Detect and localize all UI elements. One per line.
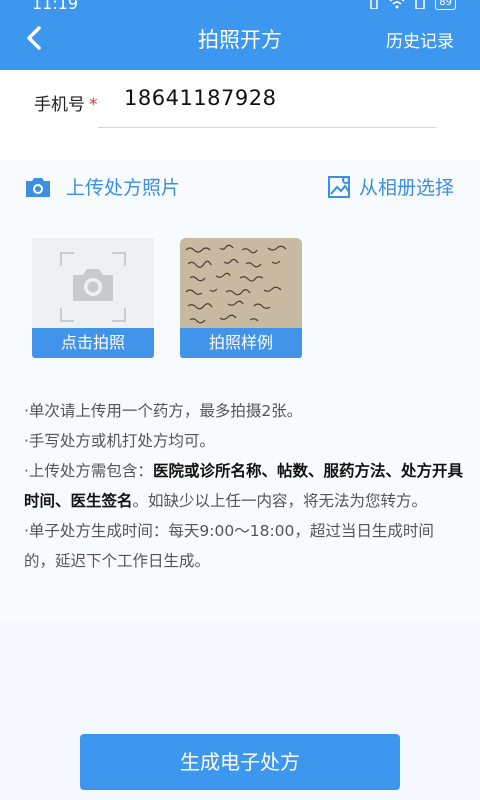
phone-field[interactable]: 18641187928	[124, 86, 276, 110]
note-line: ·单子处方生成时间：每天9:00～18:00，超过当日生成时间的，延迟下个工作日…	[24, 522, 434, 570]
phone-label-text: 手机号	[34, 95, 85, 115]
battery-indicator: 89	[435, 0, 456, 10]
album-button[interactable]: 从相册选择	[327, 173, 454, 200]
vibrate-icon	[370, 0, 379, 9]
note-line: ·手写处方或机打处方均可。	[24, 432, 215, 450]
upload-title-text: 上传处方照片	[66, 177, 181, 199]
history-button[interactable]: 历史记录	[386, 27, 454, 52]
album-label: 从相册选择	[358, 177, 454, 199]
status-time: 11:19	[32, 0, 79, 13]
phone-underline	[98, 127, 436, 128]
phone-row: 手机号 * 18641187928	[0, 70, 480, 160]
upload-notes: ·单次请上传用一个药方，最多拍摄2张。 ·手写处方或机打处方均可。 ·上传处方需…	[24, 396, 464, 576]
camera-placeholder	[32, 238, 154, 328]
sample-card[interactable]: 拍照样例	[180, 238, 302, 358]
upload-title: 上传处方照片	[24, 173, 180, 200]
status-icons: 89	[369, 0, 456, 10]
phone-label: 手机号 *	[34, 90, 98, 115]
note-line: ·单次请上传用一个药方，最多拍摄2张。	[24, 402, 303, 420]
required-mark: *	[89, 95, 98, 115]
status-bar: 11:19 89	[0, 0, 480, 14]
camera-placeholder-icon	[73, 269, 113, 301]
generate-prescription-button[interactable]: 生成电子处方	[80, 734, 400, 790]
gallery-icon	[327, 175, 350, 198]
camera-icon	[26, 177, 50, 197]
sim-icon	[415, 0, 426, 9]
wifi-icon	[389, 0, 405, 9]
header-bar: 11:19 89 拍照开方 历史记录	[0, 0, 480, 70]
sample-button[interactable]: 拍照样例	[180, 328, 302, 358]
take-photo-card[interactable]: 点击拍照	[32, 238, 154, 358]
upload-section: 上传处方照片 从相册选择 点击拍照 拍照样例 ·单次请上传用一个药方，最多拍摄2…	[0, 160, 480, 620]
handwriting-image	[180, 238, 302, 328]
take-photo-button[interactable]: 点击拍照	[32, 328, 154, 358]
note-line: ·上传处方需包含：医院或诊所名称、帖数、服药方法、处方开具时间、医生签名。如缺少…	[24, 462, 463, 510]
sample-prescription-image	[180, 238, 302, 328]
